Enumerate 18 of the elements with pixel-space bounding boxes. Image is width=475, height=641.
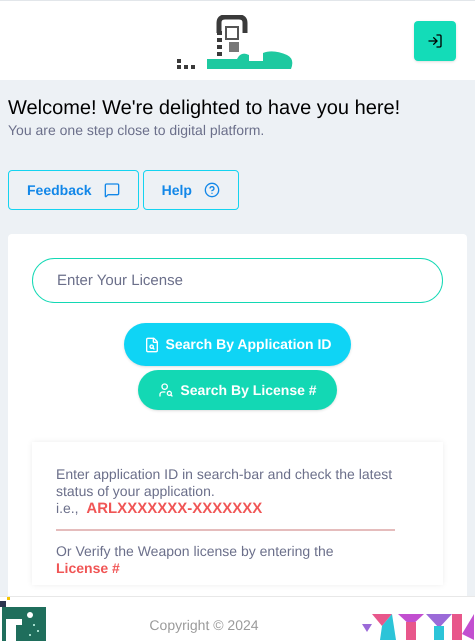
geometric-logo-icon [362,614,474,640]
example-id-text: i.e., ARLXXXXXXX-XXXXXXX [56,500,264,517]
verify-text: Or Verify the Weapon license by entering the License # [56,543,335,577]
copyright-text: Copyright © 2024 [149,616,259,635]
welcome-subtitle: You are one step close to digital platform. [8,121,266,140]
login-icon [427,33,443,49]
welcome-title: Welcome! We're delighted to have you here! [8,96,402,120]
search-by-application-button[interactable]: Search By Application ID [124,323,352,366]
feedback-button[interactable]: Feedback [8,170,139,210]
search-by-license-button[interactable]: Search By License # [138,370,337,410]
license-search-field[interactable]: Enter Your License [32,258,443,303]
message-icon [104,182,120,198]
info-text: Enter application ID in search-bar and check the latest status of your application. [56,466,394,500]
help-icon [204,182,220,198]
user-search-icon [158,382,174,398]
login-button[interactable] [414,21,456,61]
file-search-icon [144,336,160,352]
help-button[interactable]: Help [142,170,239,210]
